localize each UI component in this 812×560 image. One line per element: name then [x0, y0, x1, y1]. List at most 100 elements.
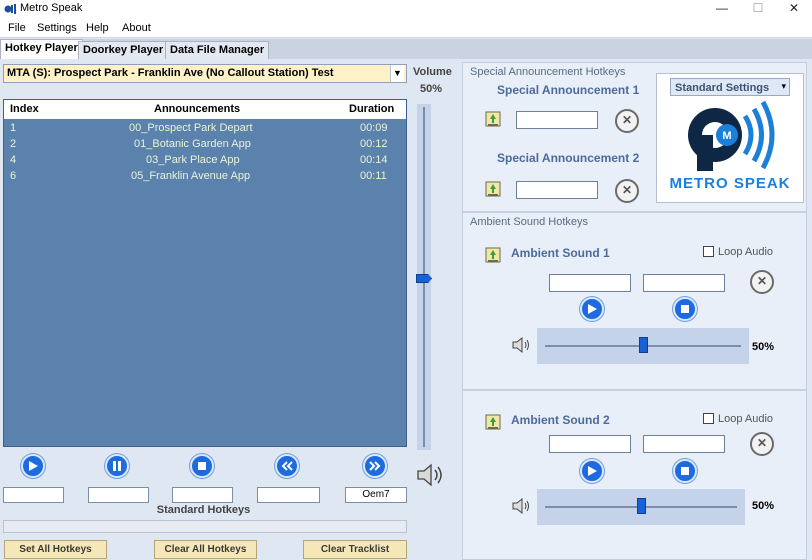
- ambient-1-play-button[interactable]: [580, 297, 604, 321]
- row-duration: 00:09: [360, 122, 388, 134]
- play-hotkey-field[interactable]: [3, 487, 64, 503]
- column-header-duration[interactable]: Duration: [349, 103, 394, 115]
- previous-hotkey-field[interactable]: [257, 487, 320, 503]
- next-hotkey-field[interactable]: Oem7: [345, 487, 407, 503]
- tab-doorkey-player[interactable]: Doorkey Player: [78, 41, 169, 59]
- ambient-2-volume-slider-thumb[interactable]: [637, 498, 646, 514]
- maximize-button[interactable]: ☐: [740, 0, 776, 18]
- title-bar: Metro Speak — ☐ ✕: [0, 0, 812, 18]
- ambient-sound-2-label: Ambient Sound 2: [511, 413, 610, 427]
- ambient-1-volume-slider[interactable]: [537, 328, 749, 364]
- play-button[interactable]: [21, 454, 45, 478]
- minimize-button[interactable]: —: [704, 0, 740, 18]
- row-index: 1: [10, 122, 17, 134]
- clear-tracklist-button[interactable]: Clear Tracklist: [303, 540, 407, 559]
- chevron-down-icon[interactable]: ▼: [390, 65, 404, 82]
- play-icon: [29, 461, 38, 471]
- announcement-table[interactable]: Index Announcements Duration 1 00_Prospe…: [3, 99, 407, 447]
- play-icon: [588, 304, 597, 314]
- fast-forward-icon: [369, 461, 381, 471]
- row-index: 4: [10, 154, 17, 166]
- stop-icon: [681, 305, 689, 313]
- file-import-icon[interactable]: [484, 110, 502, 128]
- loop-audio-2-checkbox[interactable]: [703, 413, 714, 424]
- menu-about[interactable]: About: [122, 22, 151, 34]
- volume-slider-thumb[interactable]: [416, 274, 432, 283]
- settings-select-value: Standard Settings: [675, 82, 770, 94]
- speaker-icon: [512, 498, 529, 514]
- loop-audio-1-checkbox[interactable]: [703, 246, 714, 257]
- chevron-down-icon[interactable]: ▾: [781, 81, 786, 92]
- next-button[interactable]: [363, 454, 387, 478]
- ambient-2-volume-slider[interactable]: [537, 489, 745, 525]
- rewind-icon: [281, 461, 293, 471]
- table-row[interactable]: 2 01_Botanic Garden App 00:12: [4, 137, 406, 153]
- tab-data-file-manager[interactable]: Data File Manager: [165, 41, 270, 59]
- close-icon[interactable]: ✕: [750, 270, 774, 294]
- progress-bar: [3, 520, 407, 533]
- row-duration: 00:14: [360, 154, 388, 166]
- ambient-sound-1-stop-hotkey-field[interactable]: [643, 274, 725, 292]
- file-import-icon[interactable]: [484, 246, 502, 264]
- volume-slider[interactable]: [416, 104, 432, 450]
- set-all-hotkeys-button[interactable]: Set All Hotkeys: [4, 540, 107, 559]
- ambient-sound-2-play-hotkey-field[interactable]: [549, 435, 631, 453]
- special-announcement-header: Special Announcement Hotkeys: [470, 66, 626, 78]
- window-title: Metro Speak: [20, 2, 83, 14]
- loop-audio-1-label: Loop Audio: [718, 246, 774, 258]
- menu-settings[interactable]: Settings: [37, 22, 77, 34]
- special-announcement-1-hotkey-field[interactable]: [516, 111, 598, 129]
- tracklist-select-value: MTA (S): Prospect Park - Franklin Ave (N…: [7, 67, 334, 79]
- clear-all-hotkeys-button[interactable]: Clear All Hotkeys: [154, 540, 257, 559]
- close-icon[interactable]: ✕: [750, 432, 774, 456]
- close-icon[interactable]: ✕: [615, 179, 639, 203]
- file-import-icon[interactable]: [484, 180, 502, 198]
- column-header-announcements[interactable]: Announcements: [154, 103, 240, 115]
- ambient-2-play-button[interactable]: [580, 459, 604, 483]
- speaker-icon: [512, 337, 529, 353]
- ambient-sound-header: Ambient Sound Hotkeys: [470, 216, 589, 228]
- previous-button[interactable]: [275, 454, 299, 478]
- special-announcement-1-label: Special Announcement 1: [497, 83, 640, 97]
- tracklist-select[interactable]: MTA (S): Prospect Park - Franklin Ave (N…: [3, 64, 407, 83]
- loop-audio-2-label: Loop Audio: [718, 413, 774, 425]
- table-row[interactable]: 1 00_Prospect Park Depart 00:09: [4, 121, 406, 137]
- close-button[interactable]: ✕: [776, 0, 812, 18]
- table-row[interactable]: 6 05_Franklin Avenue App 00:11: [4, 169, 406, 185]
- stop-hotkey-field[interactable]: [172, 487, 233, 503]
- ambient-sound-1-play-hotkey-field[interactable]: [549, 274, 631, 292]
- stop-button[interactable]: [190, 454, 214, 478]
- special-announcement-2-label: Special Announcement 2: [497, 151, 640, 165]
- play-icon: [588, 466, 597, 476]
- table-row[interactable]: 4 03_Park Place App 00:14: [4, 153, 406, 169]
- ambient-2-stop-button[interactable]: [673, 459, 697, 483]
- tab-hotkey-player[interactable]: Hotkey Player: [0, 39, 83, 59]
- pause-hotkey-field[interactable]: [88, 487, 149, 503]
- row-announcement: 00_Prospect Park Depart: [129, 122, 253, 134]
- column-header-index[interactable]: Index: [10, 103, 39, 115]
- row-duration: 00:12: [360, 138, 388, 150]
- close-icon[interactable]: ✕: [615, 109, 639, 133]
- menu-help[interactable]: Help: [86, 22, 109, 34]
- logo-letter: M: [722, 130, 731, 142]
- menu-file[interactable]: File: [8, 22, 26, 34]
- row-announcement: 01_Botanic Garden App: [134, 138, 251, 150]
- row-duration: 00:11: [360, 170, 387, 182]
- file-import-icon[interactable]: [484, 413, 502, 431]
- ambient-sound-2-stop-hotkey-field[interactable]: [643, 435, 725, 453]
- special-announcement-2-hotkey-field[interactable]: [516, 181, 598, 199]
- stop-icon: [681, 467, 689, 475]
- settings-select[interactable]: Standard Settings ▾: [670, 78, 790, 96]
- ambient-1-stop-button[interactable]: [673, 297, 697, 321]
- ambient-1-volume-value: 50%: [752, 341, 775, 353]
- standard-hotkeys-label: Standard Hotkeys: [156, 504, 251, 516]
- logo-text: METRO SPEAK: [669, 175, 791, 192]
- ambient-sound-1-label: Ambient Sound 1: [511, 246, 610, 260]
- volume-panel: Volume 50%: [410, 62, 458, 560]
- pause-button[interactable]: [105, 454, 129, 478]
- speaker-icon[interactable]: [416, 463, 448, 487]
- tab-bar: Hotkey Player Doorkey Player Data File M…: [0, 39, 812, 59]
- ambient-1-volume-slider-thumb[interactable]: [639, 337, 648, 353]
- pause-icon: [113, 461, 121, 471]
- metro-speak-logo: M: [688, 100, 775, 171]
